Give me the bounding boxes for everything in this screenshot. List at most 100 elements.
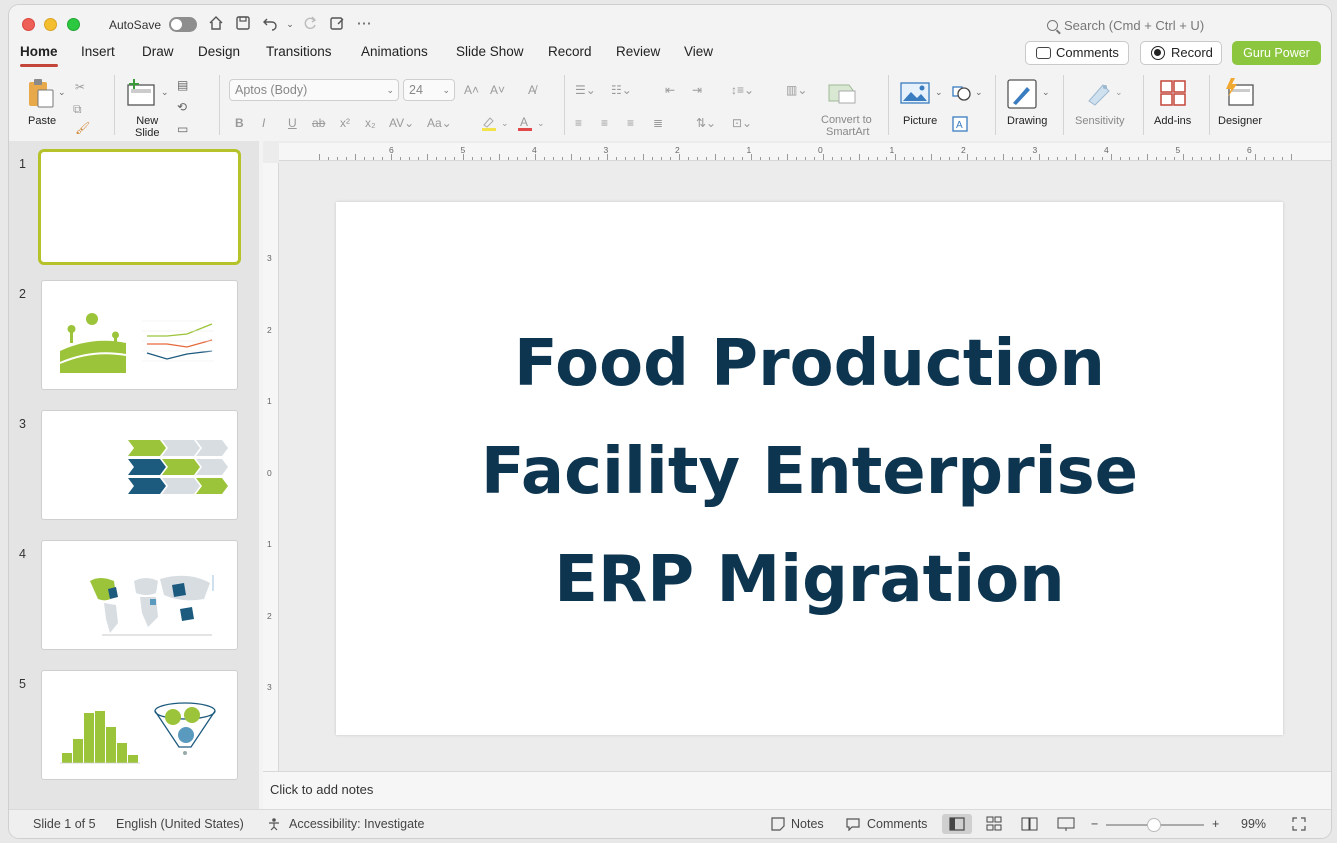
tab-animations[interactable]: Animations	[361, 44, 428, 59]
language[interactable]: English (United States)	[116, 817, 244, 831]
decrease-indent-icon[interactable]: ⇤	[665, 83, 675, 97]
superscript-icon[interactable]: x²	[340, 116, 350, 130]
shapes-chevron-icon[interactable]: ⌄	[975, 87, 983, 98]
align-center-icon[interactable]: ≡	[601, 116, 608, 130]
slide-thumbnail-5[interactable]	[41, 670, 238, 780]
slide-thumbnail-2[interactable]	[41, 280, 238, 390]
notes-toggle[interactable]: Notes	[791, 817, 824, 831]
tab-record[interactable]: Record	[548, 44, 592, 59]
slide-thumbnail-1[interactable]	[38, 149, 241, 265]
minimize-window-button[interactable]	[44, 18, 57, 31]
undo-icon[interactable]	[261, 15, 279, 33]
font-color-icon[interactable]: A ⌄	[517, 115, 547, 134]
clear-formatting-icon[interactable]: A̸	[528, 83, 536, 97]
new-slide-icon[interactable]	[126, 77, 158, 112]
new-slide-chevron-icon[interactable]: ⌄	[161, 87, 169, 98]
close-window-button[interactable]	[22, 18, 35, 31]
more-options-icon[interactable]: ⋯	[355, 15, 373, 33]
character-spacing-icon[interactable]: AV⌄	[389, 116, 414, 130]
line-spacing-icon[interactable]: ↕≡⌄	[731, 83, 754, 97]
slide-title[interactable]: Food Production Facility Enterprise ERP …	[336, 310, 1283, 634]
strikethrough-icon[interactable]: ab	[312, 116, 325, 130]
subscript-icon[interactable]: x₂	[365, 116, 376, 130]
font-size-field[interactable]: 24 ⌄	[403, 79, 455, 101]
layout-icon[interactable]: ▤	[177, 78, 188, 92]
underline-icon[interactable]: U	[288, 116, 297, 130]
text-box-icon[interactable]: A	[952, 116, 968, 137]
italic-icon[interactable]: I	[262, 116, 265, 130]
tab-home[interactable]: Home	[20, 44, 58, 67]
increase-font-size-icon[interactable]: A˄	[464, 83, 479, 97]
align-left-icon[interactable]: ≡	[575, 116, 582, 130]
columns-icon[interactable]: ▥⌄	[786, 83, 807, 97]
text-direction-icon[interactable]: ⇅⌄	[696, 116, 716, 130]
zoom-window-button[interactable]	[67, 18, 80, 31]
sensitivity-chevron-icon[interactable]: ⌄	[1115, 87, 1123, 98]
notes-pane[interactable]: Click to add notes	[263, 771, 1331, 809]
shapes-icon[interactable]	[952, 84, 972, 107]
tab-slide-show[interactable]: Slide Show	[456, 44, 524, 59]
change-case-icon[interactable]: Aa⌄	[427, 116, 452, 130]
ruler-tick	[1183, 154, 1184, 160]
slide-thumbnail-3[interactable]	[41, 410, 238, 520]
bullets-icon[interactable]: ☰⌄	[575, 83, 596, 97]
tab-review[interactable]: Review	[616, 44, 660, 59]
save-icon[interactable]	[234, 15, 252, 33]
tab-insert[interactable]: Insert	[81, 44, 115, 59]
notes-icon[interactable]	[771, 817, 785, 831]
highlight-color-icon[interactable]: ⌄	[481, 115, 511, 134]
search-box[interactable]: Search (Cmd + Ctrl + U)	[1047, 18, 1204, 33]
fit-to-window-icon[interactable]	[1292, 817, 1306, 831]
cut-icon[interactable]: ✂	[75, 80, 85, 94]
autosave-toggle[interactable]	[169, 17, 197, 32]
section-icon[interactable]: ▭	[177, 122, 188, 136]
save-as-icon[interactable]	[328, 15, 346, 33]
increase-indent-icon[interactable]: ⇥	[692, 83, 702, 97]
paste-dropdown-chevron-icon[interactable]: ⌄	[58, 87, 66, 98]
picture-icon[interactable]	[900, 81, 930, 110]
sensitivity-icon[interactable]	[1085, 79, 1113, 112]
tab-design[interactable]: Design	[198, 44, 240, 59]
home-icon[interactable]	[207, 15, 225, 33]
drawing-icon[interactable]	[1007, 79, 1037, 114]
designer-icon[interactable]	[1223, 77, 1255, 112]
slide-thumbnail-4[interactable]	[41, 540, 238, 650]
comments-button[interactable]: Comments	[1025, 41, 1129, 65]
comments-toggle[interactable]: Comments	[867, 817, 927, 831]
decrease-font-size-icon[interactable]: A˅	[490, 83, 505, 97]
add-ins-icon[interactable]	[1159, 79, 1187, 112]
accessibility-status[interactable]: Accessibility: Investigate	[289, 817, 424, 831]
copy-icon[interactable]: ⧉	[73, 102, 82, 117]
bold-icon[interactable]: B	[235, 116, 244, 130]
ruler-tick	[643, 154, 644, 160]
paste-icon[interactable]	[25, 77, 57, 114]
format-painter-icon[interactable]: 🖌︎	[75, 121, 90, 135]
normal-view-button[interactable]	[942, 814, 972, 834]
slide-sorter-view-button[interactable]	[979, 814, 1009, 834]
smartart-icon[interactable]	[827, 81, 859, 110]
zoom-in-button[interactable]: +	[1212, 817, 1219, 831]
justify-icon[interactable]: ≣	[653, 116, 663, 130]
zoom-out-button[interactable]: −	[1091, 817, 1098, 831]
record-button[interactable]: Record	[1140, 41, 1222, 65]
current-slide[interactable]: Food Production Facility Enterprise ERP …	[336, 202, 1283, 735]
zoom-percentage[interactable]: 99%	[1241, 817, 1266, 831]
font-name-field[interactable]: Aptos (Body) ⌄	[229, 79, 399, 101]
accessibility-icon[interactable]	[267, 817, 281, 831]
slide-show-view-button[interactable]	[1051, 814, 1081, 834]
undo-dropdown-chevron-icon[interactable]: ⌄	[281, 15, 299, 33]
picture-chevron-icon[interactable]: ⌄	[935, 87, 943, 98]
numbering-icon[interactable]: ☷⌄	[611, 83, 632, 97]
tab-view[interactable]: View	[684, 44, 713, 59]
reading-view-button[interactable]	[1015, 814, 1045, 834]
align-text-icon[interactable]: ⊡⌄	[732, 116, 752, 130]
redo-icon[interactable]	[301, 15, 319, 33]
tab-transitions[interactable]: Transitions	[266, 44, 332, 59]
drawing-chevron-icon[interactable]: ⌄	[1042, 87, 1050, 98]
reset-slide-icon[interactable]: ⟲	[177, 100, 187, 114]
guru-power-button[interactable]: Guru Power	[1232, 41, 1321, 65]
comments-status-icon[interactable]	[846, 817, 860, 832]
zoom-slider-handle[interactable]	[1147, 818, 1161, 832]
tab-draw[interactable]: Draw	[142, 44, 174, 59]
align-right-icon[interactable]: ≡	[627, 116, 634, 130]
